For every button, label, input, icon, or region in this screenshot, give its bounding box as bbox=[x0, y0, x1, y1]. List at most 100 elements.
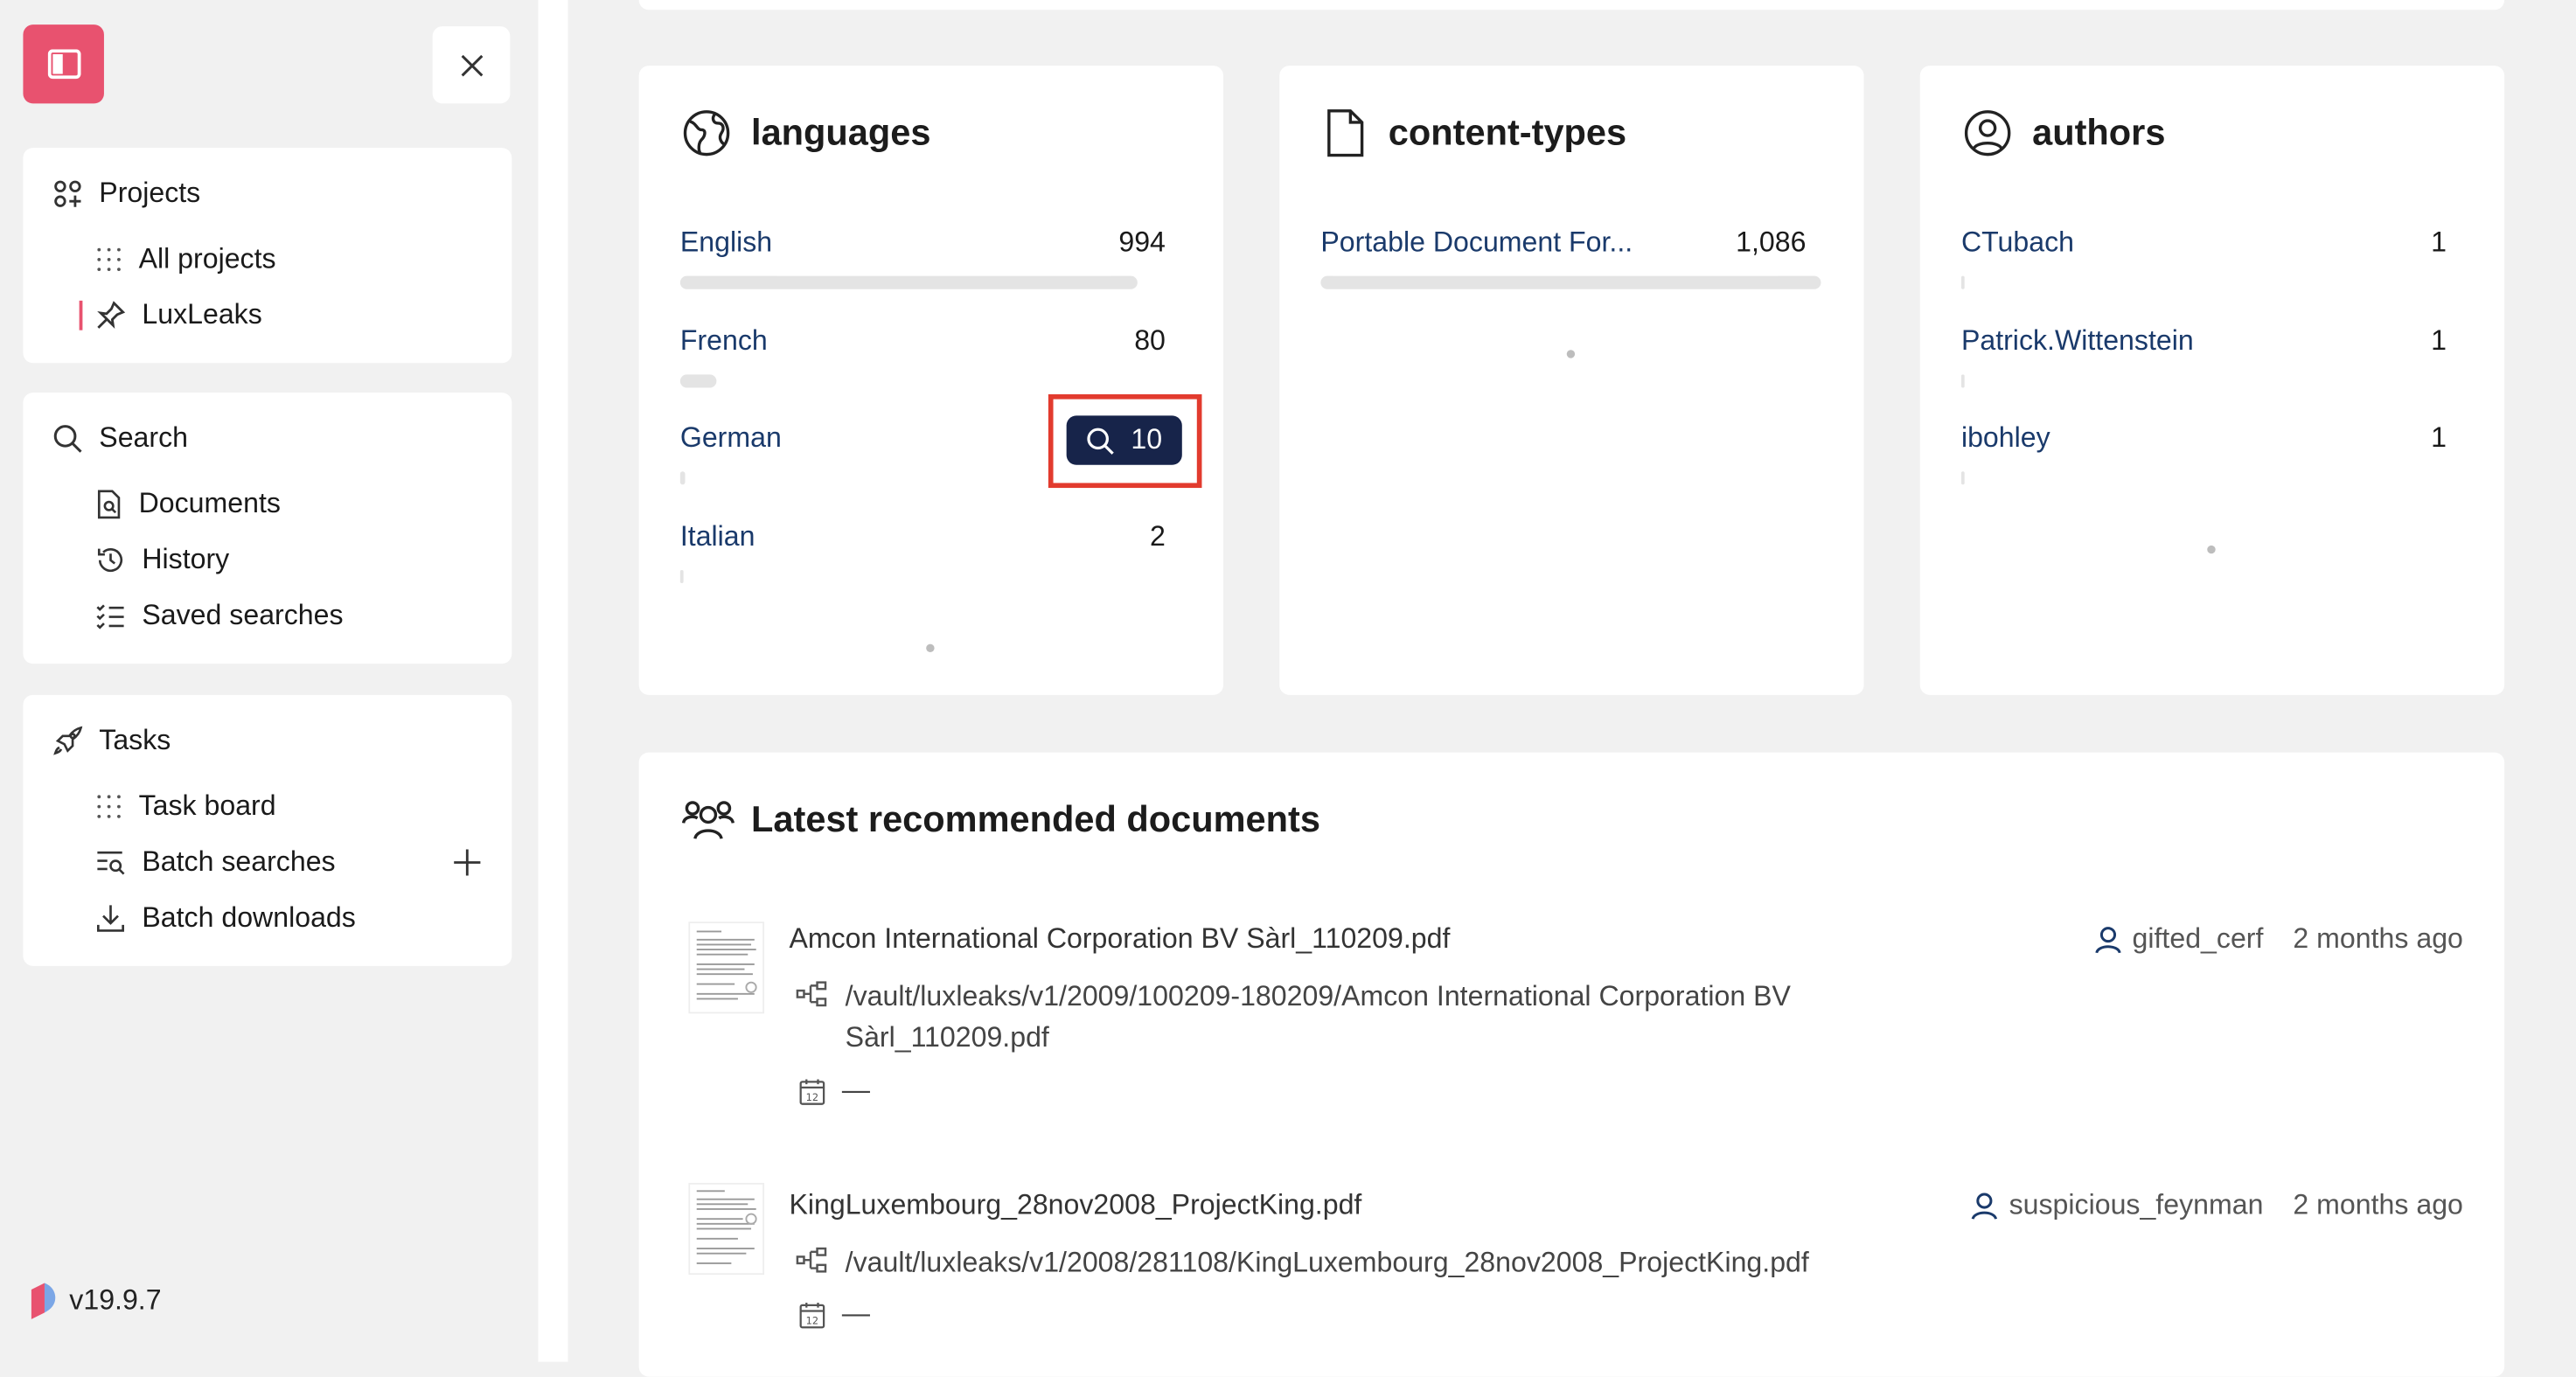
sidebar-panel-icon bbox=[46, 49, 80, 80]
language-bar-english bbox=[679, 275, 1138, 289]
download-icon bbox=[97, 905, 124, 932]
content-types-card: content-types Portable Document For... 1… bbox=[1279, 66, 1864, 695]
document-title-link[interactable]: Amcon International Corporation BV Sàrl_… bbox=[789, 923, 1450, 956]
loading-dot bbox=[1566, 350, 1576, 358]
sidebar-item-label: Batch downloads bbox=[142, 901, 356, 934]
user-icon bbox=[2094, 927, 2120, 954]
sidebar-item-task-board[interactable]: Task board bbox=[96, 787, 276, 826]
content-type-bar-pdf bbox=[1320, 275, 1821, 289]
sidebar-item-label: Task board bbox=[138, 789, 276, 822]
close-button[interactable] bbox=[432, 26, 511, 104]
language-label[interactable]: German bbox=[680, 422, 782, 456]
document-meta: suspicious_feynman 2 months ago bbox=[1969, 1189, 2463, 1222]
close-icon bbox=[460, 53, 483, 76]
projects-heading[interactable]: Projects bbox=[52, 174, 200, 213]
language-bar-french bbox=[679, 374, 717, 388]
user-name: gifted_cerf bbox=[2132, 922, 2264, 955]
language-row-italian[interactable]: Italian 2 bbox=[680, 521, 1166, 560]
sidebar-item-luxleaks[interactable]: LuxLeaks bbox=[96, 296, 262, 335]
document-path: /vault/luxleaks/v1/2008/281108/KingLuxem… bbox=[796, 1242, 1952, 1283]
tasks-heading-label: Tasks bbox=[99, 724, 171, 756]
author-row-ibohley[interactable]: ibohley 1 bbox=[1961, 422, 2447, 462]
document-date-text: — bbox=[841, 1297, 870, 1330]
file-icon bbox=[1327, 109, 1364, 157]
recommended-by-user[interactable]: gifted_cerf bbox=[2092, 923, 2263, 956]
language-bar-german bbox=[679, 471, 686, 485]
language-label[interactable]: Italian bbox=[680, 521, 755, 554]
content-type-row-pdf[interactable]: Portable Document For... 1,086 bbox=[1320, 226, 1806, 266]
sidebar-item-history[interactable]: History bbox=[96, 540, 230, 580]
document-date-text: — bbox=[841, 1074, 870, 1106]
recommended-documents-title: Latest recommended documents bbox=[681, 798, 1320, 841]
document-meta: gifted_cerf 2 months ago bbox=[2092, 923, 2463, 956]
author-label[interactable]: ibohley bbox=[1961, 422, 2050, 456]
folder-tree-icon bbox=[796, 981, 827, 1007]
sidebar-item-label: Saved searches bbox=[142, 599, 344, 631]
document-thumbnail[interactable] bbox=[688, 1182, 765, 1276]
toggle-sidebar-button[interactable] bbox=[23, 24, 104, 104]
search-heading-label: Search bbox=[99, 421, 188, 454]
version-label: v19.9.7 bbox=[69, 1284, 162, 1317]
author-bar-patrick-wittenstein bbox=[1960, 374, 1965, 388]
sidebar: Projects All projects LuxLeaks Search Do… bbox=[0, 0, 539, 1362]
author-label[interactable]: Patrick.Wittenstein bbox=[1961, 325, 2194, 358]
sidebar-item-batch-searches[interactable]: Batch searches bbox=[96, 843, 336, 882]
author-count: 1 bbox=[2431, 421, 2447, 454]
author-bar-ctubach bbox=[1960, 275, 1965, 289]
search-heading[interactable]: Search bbox=[52, 419, 188, 458]
document-path: /vault/luxleaks/v1/2009/100209-180209/Am… bbox=[796, 976, 1885, 1058]
language-row-english[interactable]: English 994 bbox=[680, 226, 1166, 266]
sidebar-item-all-projects[interactable]: All projects bbox=[96, 240, 276, 279]
relative-time: 2 months ago bbox=[2293, 1189, 2463, 1221]
author-label[interactable]: CTubach bbox=[1961, 226, 2074, 260]
sidebar-item-label: All projects bbox=[138, 243, 276, 275]
grid-dots-icon bbox=[97, 247, 121, 272]
sidebar-item-saved-searches[interactable]: Saved searches bbox=[96, 596, 344, 636]
checklist-icon bbox=[96, 604, 124, 629]
languages-title-label: languages bbox=[751, 111, 931, 153]
language-count: 994 bbox=[1118, 226, 1166, 259]
user-icon bbox=[1971, 1193, 1997, 1220]
loading-dot bbox=[2207, 545, 2216, 554]
sidebar-item-batch-downloads[interactable]: Batch downloads bbox=[96, 899, 356, 938]
author-row-ctubach[interactable]: CTubach 1 bbox=[1961, 226, 2447, 266]
relative-time: 2 months ago bbox=[2293, 922, 2463, 955]
sidebar-divider bbox=[538, 0, 568, 1362]
datashare-logo-icon bbox=[31, 1283, 56, 1319]
sidebar-item-label: Batch searches bbox=[142, 845, 336, 878]
language-label[interactable]: English bbox=[680, 226, 772, 260]
recommended-by-user[interactable]: suspicious_feynman bbox=[1969, 1189, 2263, 1222]
document-thumbnail[interactable] bbox=[688, 921, 765, 1014]
language-bar-italian bbox=[679, 570, 684, 584]
user-circle-icon bbox=[1964, 110, 2011, 156]
language-count: 10 bbox=[1131, 423, 1163, 456]
plus-icon bbox=[454, 849, 481, 876]
author-count: 1 bbox=[2431, 226, 2447, 259]
content-type-label[interactable]: Portable Document For... bbox=[1320, 226, 1633, 260]
content-types-title: content-types bbox=[1322, 108, 1626, 157]
search-german-button[interactable]: 10 bbox=[1066, 415, 1182, 465]
content-type-count: 1,086 bbox=[1736, 226, 1807, 259]
tasks-heading[interactable]: Tasks bbox=[52, 721, 171, 761]
search-icon bbox=[1087, 427, 1114, 454]
tasks-menu: Tasks Task board Batch searches Batch do… bbox=[23, 694, 512, 966]
author-row-patrick-wittenstein[interactable]: Patrick.Wittenstein 1 bbox=[1961, 325, 2447, 365]
language-label[interactable]: French bbox=[680, 325, 768, 358]
projects-menu: Projects All projects LuxLeaks bbox=[23, 148, 512, 364]
svg-text:12: 12 bbox=[806, 1315, 818, 1326]
authors-title-label: authors bbox=[2032, 111, 2166, 153]
history-icon bbox=[97, 548, 123, 572]
sidebar-item-label: History bbox=[142, 543, 230, 575]
pin-icon bbox=[97, 301, 126, 330]
document-date: 12 — bbox=[799, 1297, 870, 1331]
grid-dots-icon bbox=[97, 795, 121, 818]
globe-icon bbox=[683, 110, 730, 156]
language-row-french[interactable]: French 80 bbox=[680, 325, 1166, 365]
language-count: 2 bbox=[1150, 520, 1166, 553]
document-preview-icon bbox=[688, 921, 765, 1014]
add-batch-search-button[interactable] bbox=[449, 845, 486, 880]
recommended-documents-card: Latest recommended documents Amcon Inter… bbox=[638, 752, 2505, 1377]
author-bar-ibohley bbox=[1960, 471, 1965, 485]
sidebar-item-documents[interactable]: Documents bbox=[96, 484, 281, 524]
document-title-link[interactable]: KingLuxembourg_28nov2008_ProjectKing.pdf bbox=[789, 1189, 1361, 1222]
